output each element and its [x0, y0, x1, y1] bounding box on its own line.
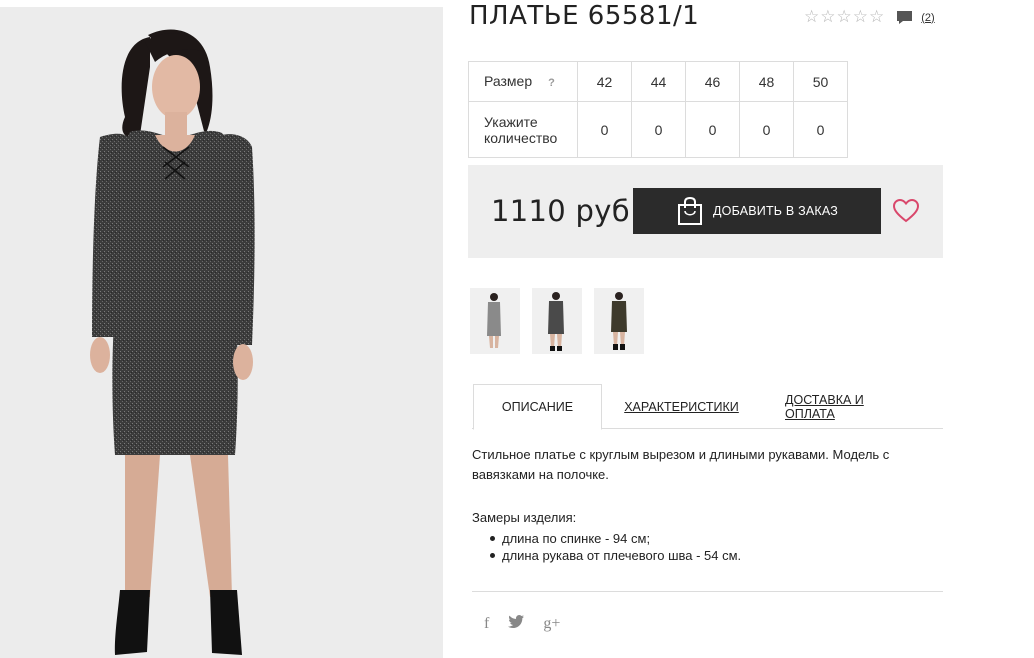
reviews-count-link[interactable]: (2): [921, 12, 934, 24]
size-cell[interactable]: 44: [631, 61, 686, 102]
size-cell[interactable]: 46: [685, 61, 740, 102]
measurements-list: длина по спинке - 94 см; длина рукава от…: [490, 530, 741, 564]
description-text: Стильное платье с круглым вырезом и длин…: [472, 447, 890, 482]
product-title: ПЛАТЬЕ 65581/1: [469, 1, 700, 31]
heart-icon[interactable]: [893, 199, 919, 223]
shopping-bag-icon: [678, 197, 702, 225]
thumbnail-strip: [470, 288, 644, 354]
star-icon[interactable]: ☆: [837, 9, 852, 26]
star-icon[interactable]: ☆: [853, 9, 868, 26]
thumbnail[interactable]: [470, 288, 520, 354]
thumbnail[interactable]: [532, 288, 582, 354]
quantity-row: Укажите количество 0 0 0 0 0: [468, 101, 848, 158]
star-icon[interactable]: ☆: [804, 9, 819, 26]
size-row-label: Размер?: [468, 61, 578, 102]
tab-description[interactable]: ОПИСАНИЕ: [473, 384, 602, 430]
quantity-input[interactable]: 0: [793, 101, 848, 158]
size-cell[interactable]: 48: [739, 61, 794, 102]
list-item: длина по спинке - 94 см;: [490, 530, 741, 547]
add-to-order-label: ДОБАВИТЬ В ЗАКАЗ: [713, 204, 839, 218]
comment-icon[interactable]: [896, 10, 913, 25]
thumbnail[interactable]: [594, 288, 644, 354]
price-box: 1110 руб ДОБАВИТЬ В ЗАКАЗ: [468, 165, 943, 258]
quantity-input[interactable]: 0: [739, 101, 794, 158]
size-help-icon[interactable]: ?: [548, 75, 555, 91]
size-cell[interactable]: 50: [793, 61, 848, 102]
product-tabs: ОПИСАНИЕ ХАРАКТЕРИСТИКИ ДОСТАВКА И ОПЛАТ…: [472, 384, 943, 430]
rating-stars[interactable]: ☆ ☆ ☆ ☆ ☆: [804, 9, 884, 26]
star-icon[interactable]: ☆: [869, 9, 884, 26]
main-product-photo[interactable]: [0, 7, 443, 658]
google-plus-icon[interactable]: g+: [543, 615, 560, 633]
measurements-title: Замеры изделия:: [472, 510, 577, 525]
divider: [472, 591, 943, 592]
star-icon[interactable]: ☆: [820, 9, 835, 26]
social-share: f g+: [484, 615, 560, 633]
facebook-icon[interactable]: f: [484, 615, 489, 633]
size-cell[interactable]: 42: [577, 61, 632, 102]
list-item: длина рукава от плечевого шва - 54 см.: [490, 547, 741, 564]
rating-block: ☆ ☆ ☆ ☆ ☆ (2): [804, 9, 935, 26]
size-table: Размер? 42 44 46 48 50 Укажите количеств…: [468, 61, 848, 158]
size-row: Размер? 42 44 46 48 50: [468, 61, 848, 102]
twitter-icon[interactable]: [508, 615, 525, 633]
tab-delivery-payment[interactable]: ДОСТАВКА И ОПЛАТА: [785, 384, 909, 429]
price: 1110 руб: [491, 194, 630, 228]
add-to-order-button[interactable]: ДОБАВИТЬ В ЗАКАЗ: [633, 188, 881, 234]
tab-characteristics[interactable]: ХАРАКТЕРИСТИКИ: [624, 384, 739, 429]
quantity-input[interactable]: 0: [685, 101, 740, 158]
quantity-input[interactable]: 0: [631, 101, 686, 158]
quantity-row-label: Укажите количество: [468, 101, 578, 158]
quantity-input[interactable]: 0: [577, 101, 632, 158]
